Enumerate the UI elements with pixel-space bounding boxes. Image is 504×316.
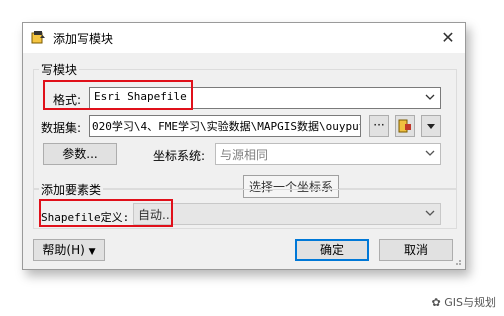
coord-system-value: 与源相同 <box>220 148 269 162</box>
watermark-text: GIS与规划 <box>444 296 496 309</box>
dataset-settings-button[interactable] <box>395 115 415 137</box>
dataset-input[interactable]: 020学习\4、FME学习\实验数据\MAPGIS数据\ouyput <box>89 115 361 137</box>
chevron-down-icon <box>425 150 435 156</box>
dataset-label: 数据集: <box>41 121 82 135</box>
shapefile-def-highlight <box>39 199 173 227</box>
ok-button[interactable]: 确定 <box>295 239 369 261</box>
title-bar: 添加写模块 ✕ <box>23 23 465 53</box>
dialog-title: 添加写模块 <box>53 32 114 46</box>
coord-system-select[interactable]: 与源相同 <box>215 143 441 165</box>
cancel-button[interactable]: 取消 <box>379 239 453 261</box>
add-writer-dialog: 添加写模块 ✕ 写模块 格式: Esri Shapefile 数据集: 020学… <box>22 22 466 270</box>
help-button-label: 帮助(H) <box>42 243 85 257</box>
triangle-down-icon: ▼ <box>88 247 96 257</box>
wechat-icon: ✿ <box>431 296 441 309</box>
dataset-value: 020学习\4、FME学习\实验数据\MAPGIS数据\ouyput <box>92 120 361 133</box>
writer-icon <box>31 31 45 44</box>
chevron-down-icon <box>425 94 435 100</box>
parameters-button[interactable]: 参数... <box>43 143 117 165</box>
shapefile-def-select[interactable]: 自动... <box>133 203 441 225</box>
watermark: ✿ GIS与规划 <box>432 294 496 310</box>
close-button[interactable]: ✕ <box>435 25 461 51</box>
triangle-down-icon <box>427 124 435 129</box>
dataset-dropdown-button[interactable] <box>421 115 441 137</box>
writer-group-legend: 写模块 <box>39 61 80 78</box>
resize-grip-icon[interactable] <box>452 256 462 266</box>
feature-type-group-legend: 添加要素类 <box>39 181 104 198</box>
chevron-down-icon <box>425 210 435 216</box>
browse-button[interactable]: ··· <box>369 115 389 137</box>
format-highlight <box>43 80 193 110</box>
help-button[interactable]: 帮助(H) ▼ <box>33 239 105 261</box>
coord-system-label: 坐标系统: <box>153 149 206 163</box>
file-settings-icon <box>398 119 411 133</box>
